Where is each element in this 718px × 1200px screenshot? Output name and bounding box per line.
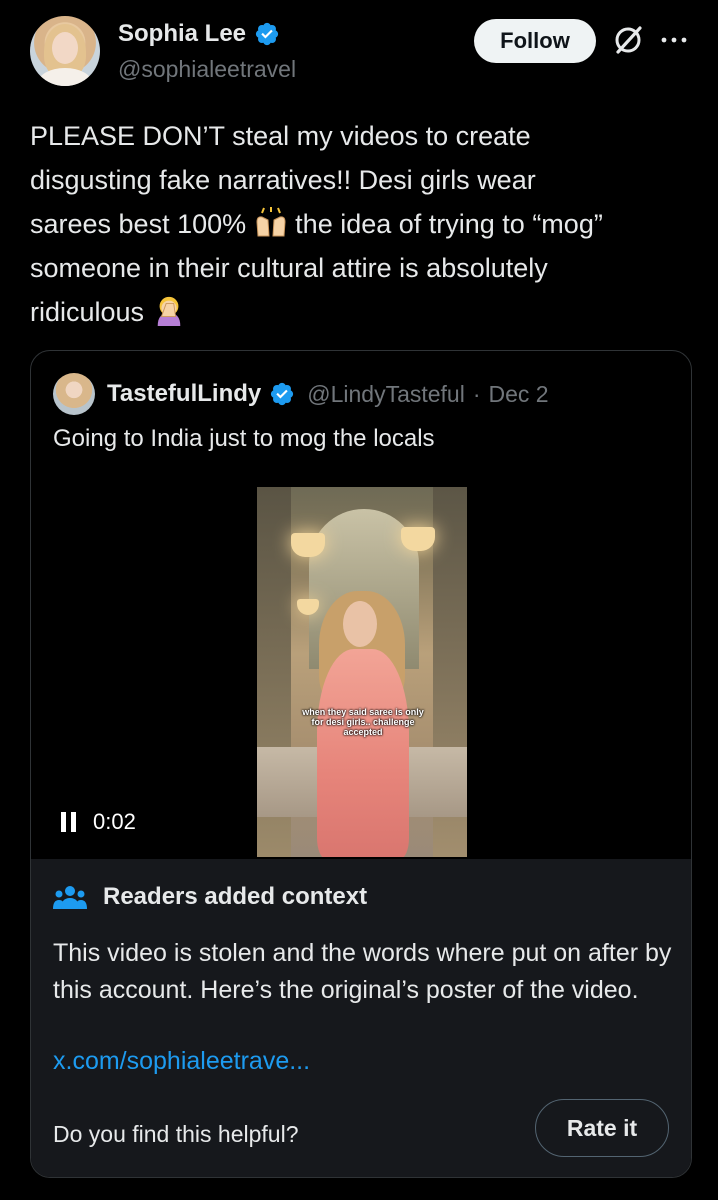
tweet-line-part: ridiculous xyxy=(30,297,145,327)
quoted-date[interactable]: Dec 2 xyxy=(489,381,549,408)
tweet-header: Sophia Lee @sophialeetravel Follow xyxy=(30,16,690,92)
grok-icon[interactable] xyxy=(610,22,646,58)
quoted-tweet[interactable]: TastefulLindy @LindyTasteful · Dec 2 Goi… xyxy=(30,350,692,1178)
quoted-text: Going to India just to mog the locals xyxy=(53,425,435,452)
more-icon[interactable] xyxy=(658,26,690,54)
tweet-line: disgusting fake narratives!! Desi girls … xyxy=(30,165,536,195)
tweet-line-part: the idea of trying to “mog” xyxy=(295,209,603,239)
tweet-line-part: sarees best 100% xyxy=(30,209,247,239)
quoted-author-name[interactable]: TastefulLindy xyxy=(107,380,261,408)
note-title: Readers added context xyxy=(103,883,368,910)
note-body: This video is stolen and the words where… xyxy=(53,939,672,1004)
note-link[interactable]: x.com/sophialeetrave... xyxy=(53,1047,310,1076)
quoted-avatar[interactable] xyxy=(53,373,95,415)
tweet-line: sarees best 100% the idea of trying to “… xyxy=(30,202,670,246)
author-handle[interactable]: @sophialeetravel xyxy=(118,56,296,83)
tweet-line: PLEASE DON’T steal my videos to create xyxy=(30,121,531,151)
verified-badge-icon xyxy=(255,22,279,46)
quoted-author-handle[interactable]: @LindyTasteful xyxy=(307,381,465,408)
follow-button[interactable]: Follow xyxy=(474,19,596,63)
video-caption: when they said saree is only for desi gi… xyxy=(302,707,424,737)
video-frame[interactable]: when they said saree is only for desi gi… xyxy=(257,487,467,857)
tweet-text: PLEASE DON’T steal my videos to create d… xyxy=(30,114,670,334)
note-header: Readers added context xyxy=(53,883,367,911)
raising-hands-emoji xyxy=(256,207,286,237)
rate-it-button[interactable]: Rate it xyxy=(535,1099,669,1157)
author-name-row: Sophia Lee xyxy=(118,20,280,48)
video-player[interactable]: when they said saree is only for desi gi… xyxy=(31,469,691,859)
tweet-line: ridiculous xyxy=(30,290,670,334)
tweet-line: someone in their cultural attire is abso… xyxy=(30,253,548,283)
separator-dot: · xyxy=(472,380,481,407)
author-name[interactable]: Sophia Lee xyxy=(118,20,246,48)
quoted-header: TastefulLindy @LindyTasteful · Dec 2 xyxy=(53,373,549,415)
people-icon xyxy=(53,886,87,909)
playback-controls[interactable]: 0:02 xyxy=(61,809,136,835)
woman-facepalming-emoji xyxy=(157,296,180,326)
helpful-prompt: Do you find this helpful? xyxy=(53,1121,299,1147)
video-time: 0:02 xyxy=(93,809,136,834)
pause-icon[interactable] xyxy=(61,812,77,832)
community-note: Readers added context This video is stol… xyxy=(31,859,691,1177)
verified-badge-icon xyxy=(271,382,294,406)
author-avatar[interactable] xyxy=(30,16,100,86)
